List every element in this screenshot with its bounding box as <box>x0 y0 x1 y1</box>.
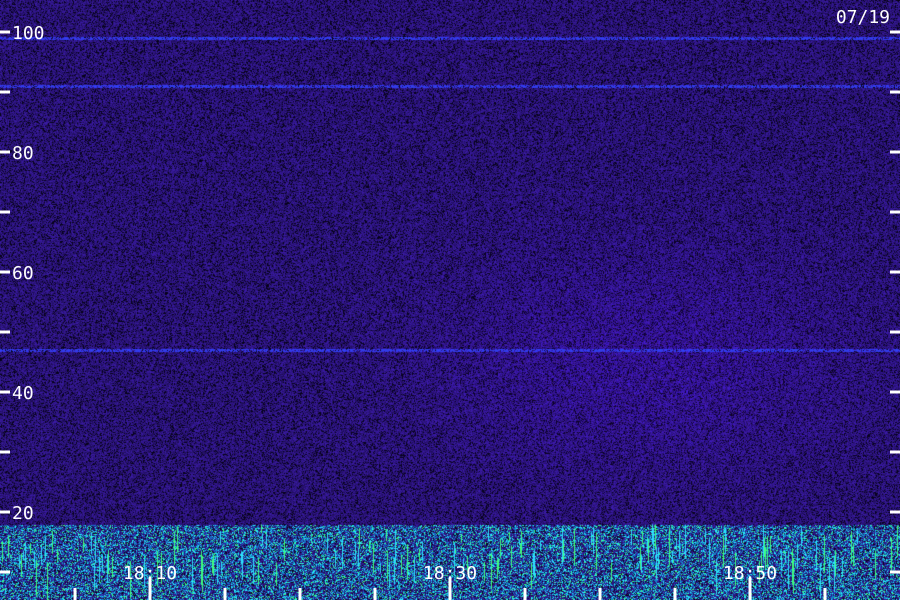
date-label: 07/19 <box>836 7 890 28</box>
axes-overlay: 100 80 60 40 20 18:10 18:30 18:50 07/19 <box>0 7 900 600</box>
x-tick-label: 18:50 <box>723 563 777 584</box>
y-tick-label: 40 <box>12 383 34 404</box>
y-axis: 100 80 60 40 20 <box>0 23 900 574</box>
y-tick-label: 80 <box>12 143 34 164</box>
x-tick-label: 18:10 <box>123 563 177 584</box>
y-tick-label: 60 <box>12 263 34 284</box>
y-tick-label: 100 <box>12 23 45 44</box>
x-tick-label: 18:30 <box>423 563 477 584</box>
y-tick-label: 20 <box>12 503 34 524</box>
x-axis: 18:10 18:30 18:50 <box>73 563 827 600</box>
